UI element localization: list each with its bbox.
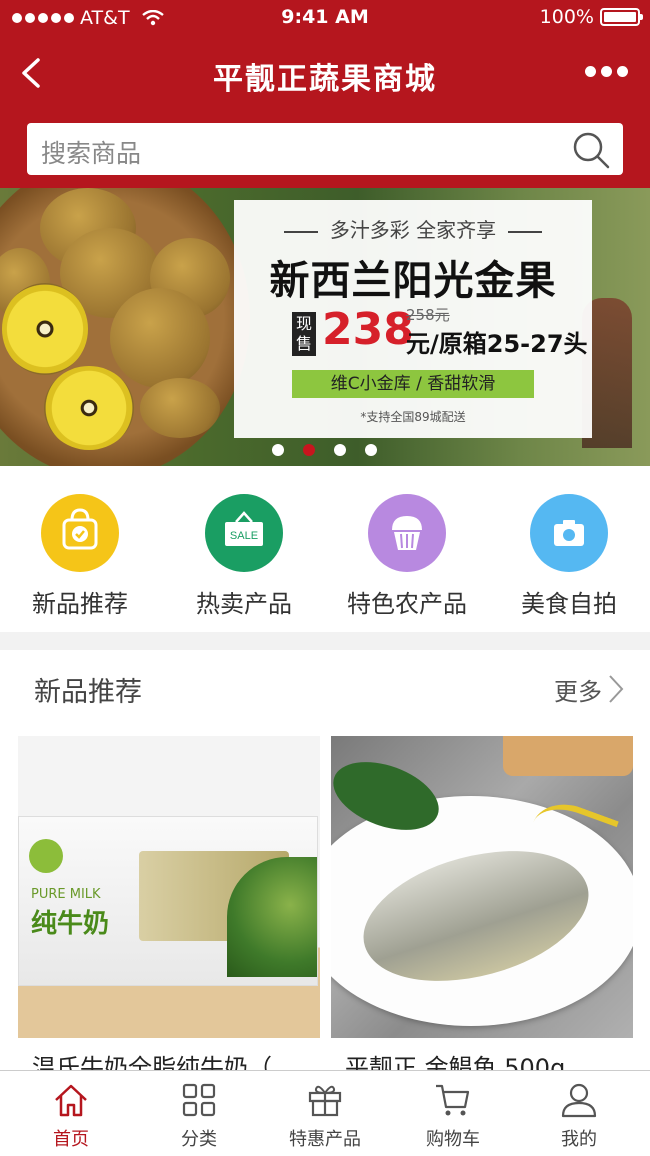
cart-icon [436, 1084, 470, 1116]
category-menu: 新品推荐 SALE 热卖产品 特色农产品 美食自拍 [0, 466, 650, 632]
kiwi-image [110, 288, 210, 388]
promo-unit: 元/原箱25-27头 [406, 330, 588, 358]
tab-cart[interactable]: 购物车 [388, 1081, 518, 1151]
category-label: 热卖产品 [196, 590, 292, 618]
tab-label: 分类 [181, 1129, 217, 1150]
app-header: AT&T 9:41 AM 100% 平靓正蔬果商城 搜索商品 [0, 0, 650, 188]
milk-box-cn-text: 纯牛奶 [31, 909, 110, 939]
chevron-right-icon[interactable] [608, 674, 624, 704]
category-icon-circle [530, 494, 608, 572]
category-label: 美食自拍 [521, 590, 617, 618]
milk-box-image: PURE MILK 纯牛奶 [18, 816, 318, 986]
tab-label: 购物车 [426, 1129, 480, 1150]
tab-profile[interactable]: 我的 [514, 1081, 644, 1151]
pager-dot-active[interactable] [303, 444, 315, 456]
milk-box-en-text: PURE MILK [31, 887, 101, 902]
tab-deals[interactable]: 特惠产品 [260, 1081, 390, 1151]
bottom-tab-bar: 首页 分类 特惠产品 购物车 我的 [0, 1070, 650, 1156]
tab-category[interactable]: 分类 [134, 1081, 264, 1151]
kiwi-image [140, 378, 220, 438]
category-hot[interactable]: SALE 热卖产品 [164, 494, 324, 619]
search-input[interactable]: 搜索商品 [41, 134, 141, 170]
gift-icon [308, 1085, 342, 1117]
pager-dot[interactable] [272, 444, 284, 456]
tab-label: 我的 [561, 1129, 597, 1150]
category-new[interactable]: 新品推荐 [0, 494, 160, 619]
cupcake-icon [392, 516, 422, 550]
promo-slogan: 多汁多彩 全家齐享 [234, 214, 592, 243]
svg-text:SALE: SALE [230, 530, 258, 542]
more-menu-icon[interactable] [585, 66, 628, 77]
home-icon [55, 1084, 87, 1117]
battery-icon [600, 8, 643, 26]
product-image [331, 736, 633, 1038]
product-image: PURE MILK 纯牛奶 [18, 736, 320, 1038]
product-card[interactable]: 平靓正 金鲳鱼 500g [331, 736, 633, 1076]
promo-ribbon: 现售 [292, 312, 316, 356]
brand-logo-icon [29, 839, 63, 873]
product-grid: PURE MILK 纯牛奶 温氏牛奶全脂纯牛奶（ 平靓正 金鲳鱼 500g [0, 726, 650, 1076]
search-icon[interactable] [571, 130, 611, 170]
category-icon-circle: SALE [205, 494, 283, 572]
camera-icon [554, 520, 584, 546]
bowl-image [503, 736, 633, 776]
category-label: 新品推荐 [32, 590, 128, 618]
promo-banner[interactable]: 多汁多彩 全家齐享 新西兰阳光金果 现售 238 258元 元/原箱25-27头… [0, 188, 650, 466]
category-icon-circle [368, 494, 446, 572]
battery-info: 100% [539, 6, 643, 28]
product-card[interactable]: PURE MILK 纯牛奶 温氏牛奶全脂纯牛奶（ [18, 736, 320, 1076]
category-selfie[interactable]: 美食自拍 [489, 494, 649, 619]
nav-bar: 平靓正蔬果商城 [0, 36, 650, 112]
grid-icon [182, 1083, 216, 1117]
category-icon-circle [41, 494, 119, 572]
pager-dot[interactable] [365, 444, 377, 456]
more-link[interactable]: 更多 [554, 672, 602, 707]
promo-note: *支持全国89城配送 [360, 410, 466, 424]
battery-label: 100% [539, 6, 594, 28]
cut-kiwi-image [2, 283, 88, 375]
user-icon [561, 1083, 597, 1118]
banner-pager [272, 444, 377, 456]
promo-price: 238 [322, 304, 414, 355]
page-title: 平靓正蔬果商城 [213, 62, 437, 97]
status-bar: AT&T 9:41 AM 100% [0, 0, 650, 36]
cut-kiwi-image [44, 366, 134, 450]
promo-card: 多汁多彩 全家齐享 新西兰阳光金果 现售 238 258元 元/原箱25-27头… [234, 200, 592, 438]
pager-dot[interactable] [334, 444, 346, 456]
search-bar[interactable]: 搜索商品 [27, 123, 623, 175]
section-title: 新品推荐 [34, 677, 142, 708]
sale-sign-icon: SALE [225, 511, 263, 546]
promo-headline: 新西兰阳光金果 [269, 258, 557, 304]
category-specialty[interactable]: 特色农产品 [327, 494, 487, 619]
tab-home[interactable]: 首页 [6, 1081, 136, 1151]
category-label: 特色农产品 [347, 590, 467, 618]
tab-label: 首页 [53, 1129, 89, 1150]
tab-label: 特惠产品 [289, 1129, 361, 1150]
section-header-new: 新品推荐 更多 [0, 650, 650, 726]
promo-original-price: 258元 [406, 306, 450, 324]
promo-tag: 维C小金库 / 香甜软滑 [292, 370, 534, 398]
bag-check-icon [62, 508, 98, 550]
